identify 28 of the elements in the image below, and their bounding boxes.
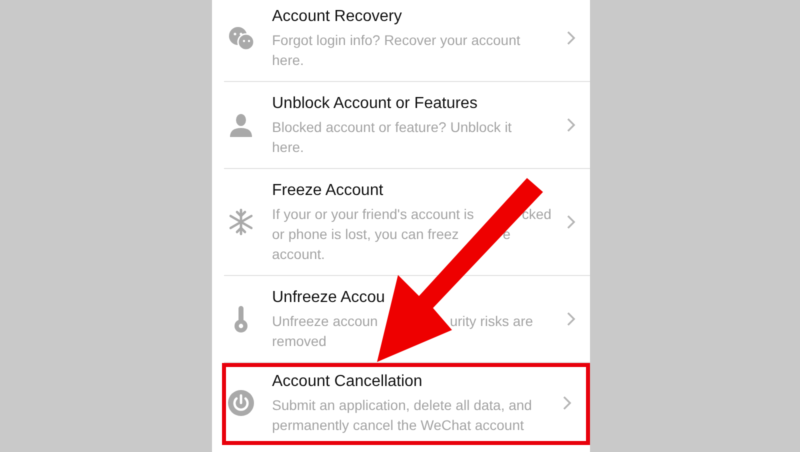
- item-title[interactable]: Freeze Account: [272, 180, 558, 202]
- item-title[interactable]: Unblock Account or Features: [272, 93, 558, 115]
- item-description: account.: [272, 245, 325, 264]
- power-icon: [227, 389, 255, 417]
- item-description: Submit an application, delete all data, and: [272, 396, 532, 415]
- item-title[interactable]: Unfreeze Accou: [272, 287, 558, 309]
- item-description: permanently cancel the WeChat account: [272, 416, 524, 435]
- item-description: If your or your friend's account is: [272, 205, 474, 224]
- item-description: here.: [272, 138, 304, 157]
- item-description: e: [502, 225, 511, 244]
- chat-icon: [227, 24, 255, 52]
- chevron-right-icon[interactable]: [566, 31, 576, 45]
- item-description: or phone is lost, you can freez: [272, 225, 459, 244]
- item-description: removed: [272, 332, 326, 351]
- snowflake-icon: [227, 208, 255, 236]
- item-description: Blocked account or feature? Unblock it: [272, 118, 512, 137]
- chevron-right-icon[interactable]: [566, 215, 576, 229]
- chevron-right-icon[interactable]: [562, 396, 572, 410]
- chevron-right-icon[interactable]: [566, 118, 576, 132]
- item-description: Unfreeze accoun: [272, 312, 378, 331]
- chevron-right-icon[interactable]: [566, 312, 576, 326]
- item-description: Forgot login info? Recover your account: [272, 31, 520, 50]
- person-icon: [227, 111, 255, 139]
- item-title[interactable]: Account Recovery: [272, 6, 558, 28]
- item-description: urity risks are: [450, 312, 534, 331]
- item-title[interactable]: Account Cancellation: [272, 371, 554, 393]
- item-description: cked: [522, 205, 552, 224]
- item-description: here.: [272, 51, 304, 70]
